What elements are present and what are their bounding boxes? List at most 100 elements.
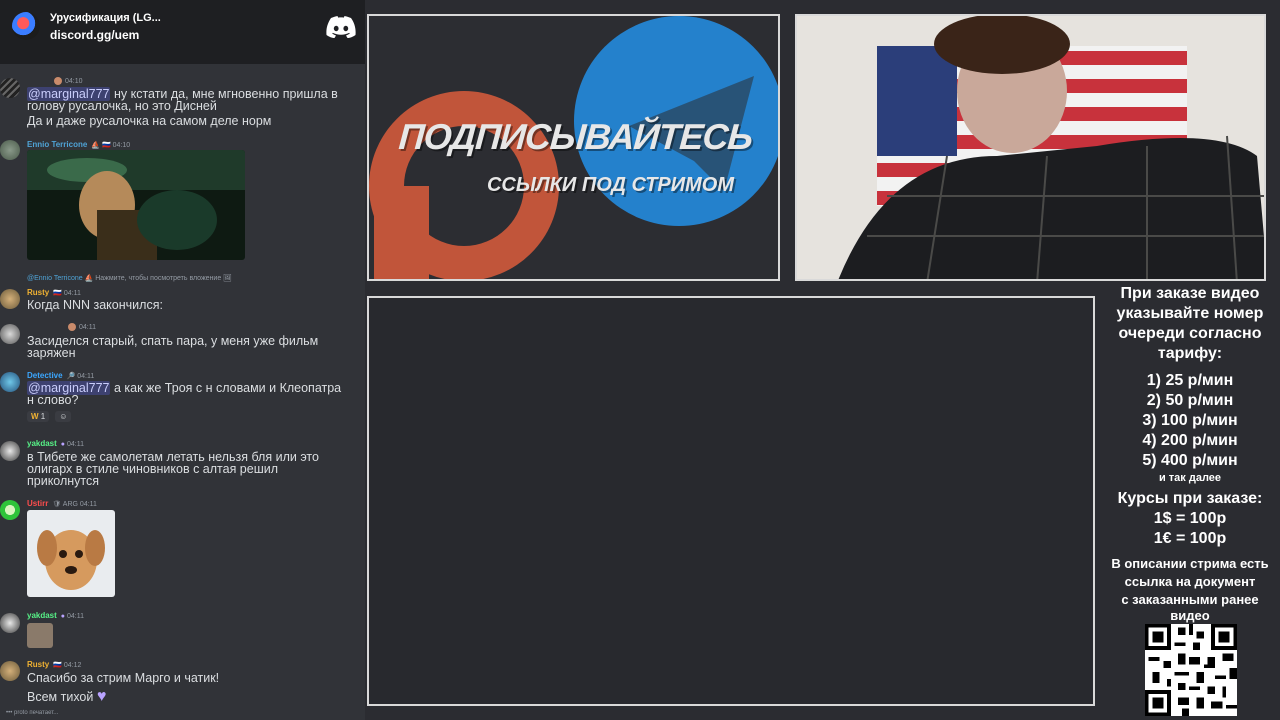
video-frame xyxy=(367,296,1095,706)
note-line: ссылка на документ xyxy=(1124,574,1256,589)
badge-icon: 🔎 xyxy=(66,373,76,380)
username[interactable]: Rusty xyxy=(27,660,49,669)
tariff-item: 3) 100 р/мин xyxy=(1142,412,1238,429)
message-time: 04:11 xyxy=(79,501,97,508)
order-info-panel: При заказе видео указывайте номер очеред… xyxy=(1100,284,1280,622)
image-attachment[interactable] xyxy=(27,510,115,597)
user-badges: 🇷🇺 xyxy=(53,662,62,669)
reactions: W 1 ☺ xyxy=(27,409,72,423)
user-badges: ⛵ 🇷🇺 xyxy=(91,142,111,149)
message-line: приколнутся xyxy=(27,474,100,488)
tariff-item: 2) 50 р/мин xyxy=(1146,392,1234,409)
webcam-image xyxy=(797,16,1264,279)
rate-item: 1€ = 100р xyxy=(1153,530,1227,547)
message-meta: Rusty 🇷🇺 04:12 xyxy=(27,660,81,669)
sticker-image[interactable] xyxy=(27,623,53,648)
typing-indicator: ••• proto печатает... xyxy=(6,710,58,716)
server-header[interactable]: Урусификация (LG... discord.gg/uem xyxy=(0,0,365,64)
message-time: 04:12 xyxy=(63,662,82,669)
username[interactable]: Ennio Terricone xyxy=(27,140,87,149)
avatar[interactable] xyxy=(0,372,20,392)
message-time: 04:11 xyxy=(66,613,84,620)
message-line: заряжен xyxy=(27,346,76,360)
subscribe-banner: ПОДПИСЫВАЙТЕСЬ ССЫЛКИ ПОД СТРИМОМ xyxy=(367,14,780,281)
reply-username: @Ennio Terricone xyxy=(27,275,83,282)
discord-icon xyxy=(326,16,356,38)
username[interactable]: Ustirr xyxy=(27,499,48,508)
reaction[interactable]: W 1 xyxy=(27,410,50,422)
reaction-count: 1 xyxy=(40,411,46,421)
server-name: Урусификация (LG... xyxy=(50,12,161,24)
message-line: н слово? xyxy=(27,393,79,407)
message-line: голову русалочка, но это Дисней xyxy=(27,99,217,113)
order-heading-line: При заказе видео xyxy=(1120,285,1260,302)
rate-item: 1$ = 100р xyxy=(1153,510,1227,527)
badge-icon: ● xyxy=(60,441,66,448)
message-line: Всем тихой ♥ xyxy=(27,688,107,705)
avatar[interactable] xyxy=(0,78,20,98)
discord-chat-panel: Урусификация (LG... discord.gg/uem 04:10… xyxy=(0,0,365,720)
tariff-item: 1) 25 р/мин xyxy=(1146,372,1234,389)
message-meta: yakdast ● 04:11 xyxy=(27,439,84,448)
message-meta: Rusty 🇷🇺 04:11 xyxy=(27,288,81,297)
message-time: 04:11 xyxy=(79,323,96,331)
message-line: Да и даже русалочка на самом деле норм xyxy=(27,114,272,128)
user-badges: 🛡 ARG xyxy=(52,501,78,508)
message-line: Когда NNN закончился: xyxy=(27,298,163,312)
message-meta: Ennio Terricone ⛵ 🇷🇺 04:10 xyxy=(27,140,130,149)
avatar[interactable] xyxy=(0,324,20,344)
webcam-feed xyxy=(795,14,1266,281)
stream-layout: Урусификация (LG... discord.gg/uem 04:10… xyxy=(0,0,1280,720)
message-time: 04:11 xyxy=(66,441,84,448)
message-meta: 04:10 xyxy=(54,77,83,85)
avatar[interactable] xyxy=(0,500,20,520)
qr-code[interactable] xyxy=(1145,624,1237,716)
reply-text: ⛵ Нажмите, чтобы посмотреть вложение 🖼 xyxy=(84,275,233,282)
message-time: 04:11 xyxy=(63,290,81,297)
username[interactable]: Detective xyxy=(27,371,63,380)
order-heading-line: очереди согласно xyxy=(1118,325,1262,342)
banner-title: ПОДПИСЫВАЙТЕСЬ xyxy=(397,116,754,157)
typing-dots-icon: ••• xyxy=(6,710,13,716)
username[interactable]: yakdast xyxy=(27,439,57,448)
note-line: с заказанными ранее xyxy=(1121,592,1259,607)
message-text: а как же Троя с н словами и Клеопатра xyxy=(110,381,342,395)
badge-icon xyxy=(54,77,62,85)
message-meta: Ustirr 🛡 ARG 04:11 xyxy=(27,499,97,508)
message-text: Всем тихой xyxy=(27,690,94,704)
message-time: 04:11 xyxy=(77,373,95,380)
note-line: В описании стрима есть xyxy=(1111,556,1269,571)
message-reply[interactable]: @Ennio Terricone ⛵ Нажмите, чтобы посмот… xyxy=(27,274,232,282)
order-heading-line: указывайте номер xyxy=(1116,305,1264,322)
avatar[interactable] xyxy=(0,140,20,160)
avatar[interactable] xyxy=(0,661,20,681)
tariff-etc: и так далее xyxy=(1158,472,1222,484)
message-meta: Detective 🔎 04:11 xyxy=(27,371,94,380)
rates-title: Курсы при заказе: xyxy=(1117,490,1263,507)
server-invite-link[interactable]: discord.gg/uem xyxy=(50,28,139,42)
banner-subtitle: ССЫЛКИ ПОД СТРИМОМ xyxy=(486,174,735,196)
typing-text: proto печатает... xyxy=(13,710,59,716)
tariff-item: 4) 200 р/мин xyxy=(1142,432,1238,449)
badge-icon: ● xyxy=(60,613,66,620)
avatar[interactable] xyxy=(0,613,20,633)
user-badges: 🇷🇺 xyxy=(53,290,62,297)
emoji-icon: W xyxy=(31,411,39,421)
message-line: Спасибо за стрим Марго и чатик! xyxy=(27,671,220,685)
message-meta: 04:11 xyxy=(68,323,96,331)
username[interactable]: Rusty xyxy=(27,288,49,297)
avatar[interactable] xyxy=(0,289,20,309)
avatar[interactable] xyxy=(0,441,20,461)
note-line: видео xyxy=(1170,608,1210,623)
message-time: 04:10 xyxy=(65,77,83,85)
purple-heart-icon: ♥ xyxy=(96,688,107,705)
tariff-item: 5) 400 р/мин xyxy=(1142,452,1238,469)
server-icon xyxy=(12,12,40,40)
dog-photo xyxy=(27,510,115,597)
message-meta: yakdast ● 04:11 xyxy=(27,611,84,620)
add-reaction-icon[interactable]: ☺ xyxy=(55,410,72,422)
message-time: 04:10 xyxy=(112,142,131,149)
attachment-image xyxy=(27,150,245,260)
image-attachment[interactable] xyxy=(27,150,245,260)
username[interactable]: yakdast xyxy=(27,611,57,620)
